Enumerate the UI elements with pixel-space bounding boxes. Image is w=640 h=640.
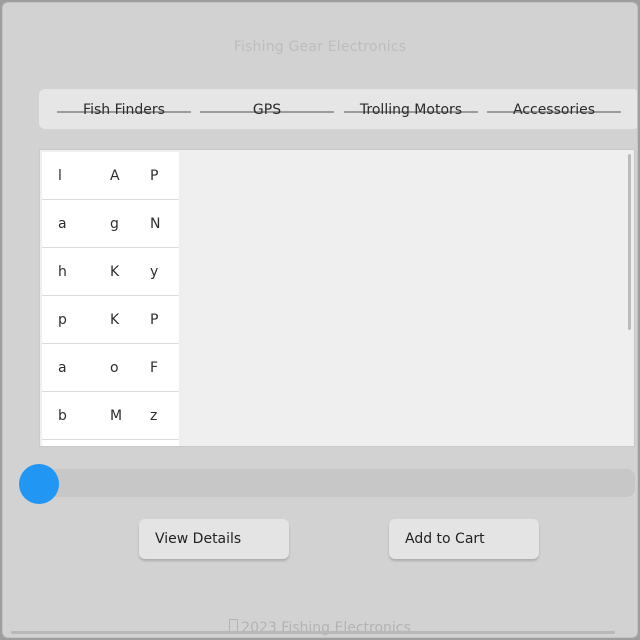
product-grid: l A P a g N h K y p K P a o F b M z (42, 152, 179, 446)
table-cell: y (150, 264, 159, 280)
table-cell: K (110, 264, 120, 280)
table-cell: l (58, 168, 62, 184)
table-row[interactable]: a o F (42, 344, 179, 392)
slider-thumb[interactable] (19, 464, 59, 504)
table-row[interactable]: l A P (42, 152, 179, 200)
category-tabbar: Fish Finders GPS Trolling Motors Accesso… (39, 89, 637, 129)
tab-label: GPS (252, 102, 282, 118)
table-cell: a (58, 360, 67, 376)
tab-label: Accessories (512, 102, 596, 118)
table-cell: o (110, 360, 119, 376)
tab-trolling-motors[interactable]: Trolling Motors (344, 89, 478, 129)
table-row[interactable]: a g N (42, 200, 179, 248)
vertical-scrollbar[interactable] (628, 154, 631, 330)
tab-fish-finders[interactable]: Fish Finders (57, 89, 191, 129)
table-cell: A (110, 168, 120, 184)
table-row[interactable]: h K y (42, 248, 179, 296)
tab-gps[interactable]: GPS (200, 89, 334, 129)
table-cell: P (150, 168, 159, 184)
view-details-button[interactable]: View Details (139, 519, 289, 559)
horizontal-scrollbar[interactable] (11, 631, 615, 634)
app-title: Fishing Gear Electronics (233, 39, 407, 55)
table-cell: h (58, 264, 67, 280)
slider-track[interactable] (23, 469, 635, 497)
table-cell: K (110, 312, 120, 328)
table-row[interactable]: b M z (42, 392, 179, 440)
table-cell: p (58, 312, 67, 328)
table-cell: M (110, 408, 123, 424)
table-cell: z (150, 408, 158, 424)
tab-label: Trolling Motors (359, 102, 463, 118)
table-cell: N (150, 216, 161, 232)
tab-label: Fish Finders (83, 102, 165, 118)
app-window: Fishing Gear Electronics Fish Finders GP… (2, 2, 638, 638)
product-grid-panel: l A P a g N h K y p K P a o F b M z (39, 149, 635, 447)
table-cell: P (150, 312, 159, 328)
tab-accessories[interactable]: Accessories (487, 89, 621, 129)
table-cell: F (150, 360, 159, 376)
table-cell: b (58, 408, 67, 424)
table-cell: g (110, 216, 119, 232)
table-row[interactable] (42, 440, 179, 446)
add-to-cart-button[interactable]: Add to Cart (389, 519, 539, 559)
table-row[interactable]: p K P (42, 296, 179, 344)
table-cell: a (58, 216, 67, 232)
